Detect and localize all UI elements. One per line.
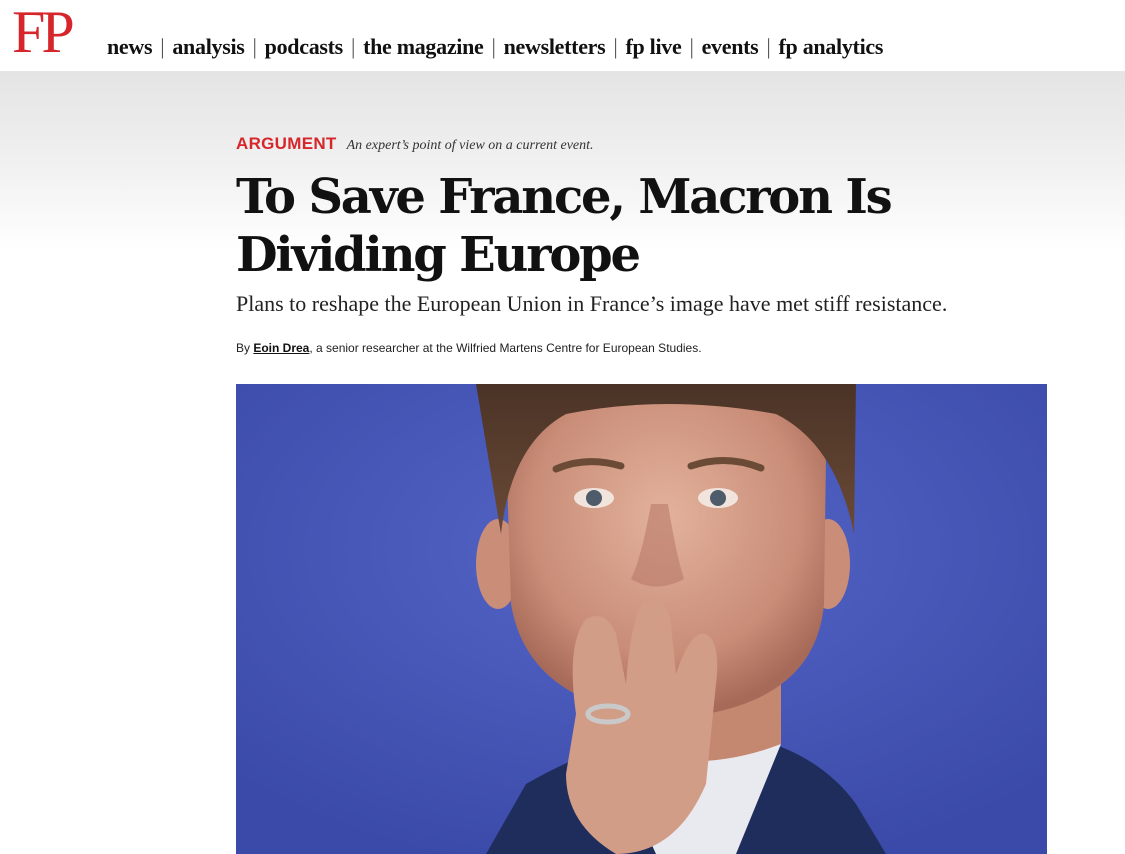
nav-separator: | [160,34,165,59]
author-link[interactable]: Eoin Drea [253,341,309,355]
site-header: FP news | analysis | podcasts | the maga… [0,0,1125,72]
article-kicker: ARGUMENT An expert’s point of view on a … [236,134,594,154]
nav-separator: | [766,34,771,59]
nav-separator: | [252,34,257,59]
nav-separator: | [491,34,496,59]
article-headline: To Save France, Macron Is Dividing Europ… [236,169,893,283]
nav-news[interactable]: news [107,34,153,60]
hero-photo [236,384,1047,854]
nav-separator: | [350,34,356,59]
nav-events[interactable]: events [702,34,759,60]
main-nav: news | analysis | podcasts | the magazin… [107,34,883,60]
fp-logo[interactable]: FP [12,2,75,62]
article-dek: Plans to reshape the European Union in F… [236,291,948,316]
nav-the-magazine[interactable]: the magazine [363,34,484,60]
nav-separator: | [689,34,694,59]
nav-newsletters[interactable]: newsletters [504,34,606,60]
nav-fp-live[interactable]: fp live [626,34,682,60]
article-byline: By Eoin Drea, a senior researcher at the… [236,341,1048,355]
portrait-illustration [236,384,1047,854]
nav-podcasts[interactable]: podcasts [265,34,344,60]
kicker-label[interactable]: ARGUMENT [236,134,337,154]
kicker-description: An expert’s point of view on a current e… [346,138,594,153]
byline-affiliation: , a senior researcher at the Wilfried Ma… [309,341,702,355]
nav-analysis[interactable]: analysis [172,34,244,60]
nav-fp-analytics[interactable]: fp analytics [779,34,884,60]
byline-prefix: By [236,341,254,355]
nav-separator: | [613,34,618,59]
